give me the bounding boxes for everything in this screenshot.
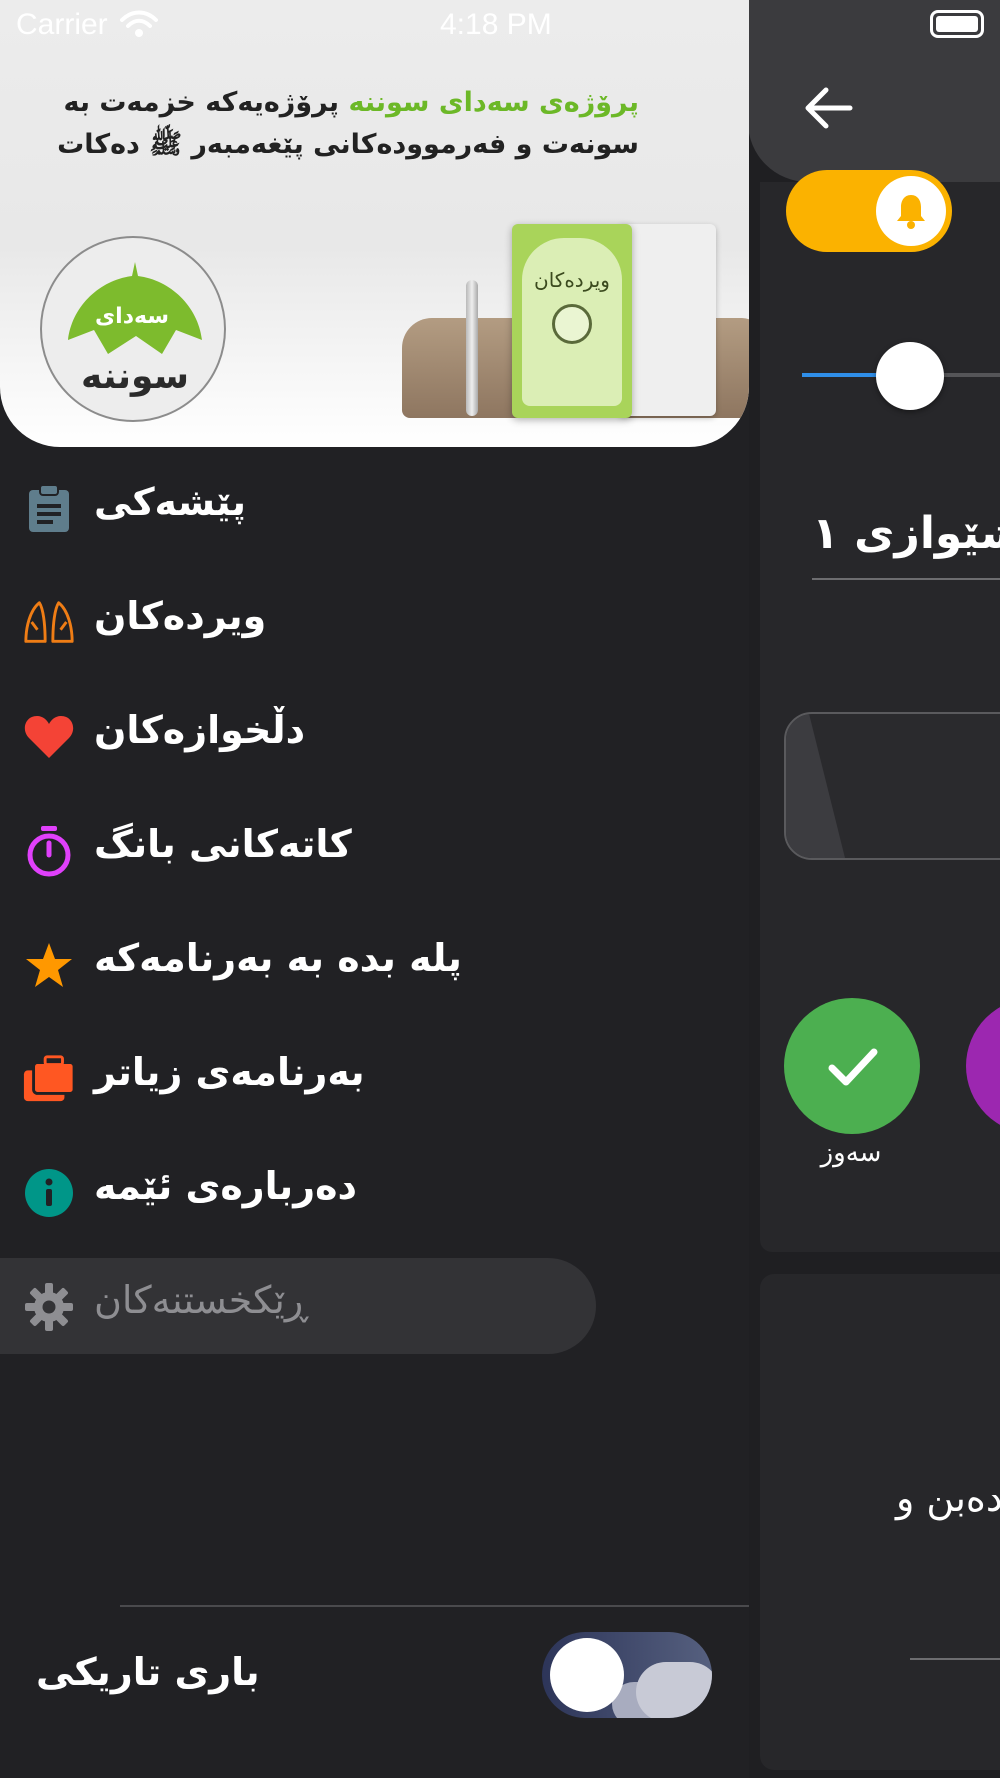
banner-line-2-before: سونەت و فەرموودەکانی پێغەمبەر <box>181 129 639 160</box>
menu-item-favorites[interactable]: دڵخوازەکان <box>0 682 749 796</box>
style-select-underline <box>812 578 1000 580</box>
menu-item-label: ڕێکخستنەکان <box>94 1278 309 1322</box>
project-name: پرۆژەی سەدای سوننە <box>348 87 639 118</box>
status-carrier: Carrier <box>16 8 108 41</box>
menu-item-label: دەربارەی ئێمە <box>94 1164 358 1208</box>
menu-item-label: بەرنامەی زیاتر <box>94 1050 365 1094</box>
settings-card-lower <box>760 1274 1000 1770</box>
drawer-menu: پێشەکی ویردەکان دڵخوازەکان کاتەکانی بانگ… <box>0 454 749 1366</box>
wifi-icon <box>120 10 158 37</box>
banner-line-1-rest: پرۆژەیەکە خزمەت بە <box>63 87 349 118</box>
status-time: 4:18 PM <box>440 8 552 41</box>
logo-text-bottom: سوننە <box>80 356 190 397</box>
drawer-divider <box>120 1605 749 1607</box>
drawer-header-banner: پرۆژەی سەدای سوننە پرۆژەیەکە خزمەت بە سو… <box>0 0 749 447</box>
banner-description: پرۆژەی سەدای سوننە پرۆژەیەکە خزمەت بە سو… <box>39 82 639 166</box>
rosette-icon <box>552 304 592 344</box>
banner-line-2-after: دەکات <box>57 129 150 160</box>
notification-toggle[interactable] <box>786 170 952 252</box>
text-preview-box <box>784 712 1000 860</box>
apps-briefcase-icon <box>22 1052 76 1106</box>
menu-item-prayer-times[interactable]: کاتەکانی بانگ <box>0 796 749 910</box>
logo-text-top: سەدای <box>95 304 169 329</box>
timer-icon <box>22 824 76 878</box>
book-title: ویردەکان <box>534 268 610 292</box>
cloud-icon <box>636 1662 712 1718</box>
battery-icon <box>930 10 984 38</box>
dark-mode-toggle[interactable] <box>542 1632 712 1718</box>
star-icon <box>22 938 76 992</box>
dark-mode-label: باری تاریکی <box>36 1650 260 1694</box>
gear-icon <box>22 1280 76 1334</box>
honorific-glyph: ﷺ <box>149 129 182 160</box>
color-option-green[interactable] <box>784 998 920 1134</box>
divider-line <box>910 1658 1000 1660</box>
menu-item-label: پلە بدە بە بەرنامەکە <box>94 936 462 980</box>
menu-item-intro[interactable]: پێشەکی <box>0 454 749 568</box>
book-image: ویردەکان <box>512 224 632 418</box>
menu-item-wirds[interactable]: ویردەکان <box>0 568 749 682</box>
check-icon <box>828 1048 878 1086</box>
menu-item-label: ویردەکان <box>94 594 267 638</box>
menu-item-settings[interactable]: ڕێکخستنەکان <box>0 1252 749 1366</box>
app-logo: سەدای سوننە <box>40 236 226 422</box>
back-arrow-icon[interactable] <box>800 80 856 136</box>
menu-item-label: پێشەکی <box>94 480 247 524</box>
heart-icon <box>22 710 76 764</box>
banner-line-2: سونەت و فەرموودەکانی پێغەمبەر ﷺ دەکات <box>39 124 639 166</box>
menu-item-more-apps[interactable]: بەرنامەی زیاتر <box>0 1024 749 1138</box>
toggle-knob <box>550 1638 624 1712</box>
info-icon <box>22 1166 76 1220</box>
menu-item-about[interactable]: دەربارەی ئێمە <box>0 1138 749 1252</box>
banner-line-1: پرۆژەی سەدای سوننە پرۆژەیەکە خزمەت بە <box>39 82 639 124</box>
clipboard-icon <box>22 482 76 536</box>
menu-item-label: کاتەکانی بانگ <box>94 822 352 866</box>
preview-partial-text: دەبن و <box>896 1476 1000 1520</box>
book-back-image <box>618 224 716 416</box>
pen-image <box>466 280 478 416</box>
color-option-green-label: سەوز <box>820 1138 882 1168</box>
menu-item-label: دڵخوازەکان <box>94 708 306 752</box>
style-select-value[interactable]: شێوازی ١ <box>812 508 1000 559</box>
font-size-slider-thumb[interactable] <box>876 342 944 410</box>
navigation-drawer: پرۆژەی سەدای سوننە پرۆژەیەکە خزمەت بە سو… <box>0 0 749 1778</box>
bell-icon <box>876 176 946 246</box>
menu-item-rate-app[interactable]: پلە بدە بە بەرنامەکە <box>0 910 749 1024</box>
praying-hands-icon <box>22 596 76 650</box>
